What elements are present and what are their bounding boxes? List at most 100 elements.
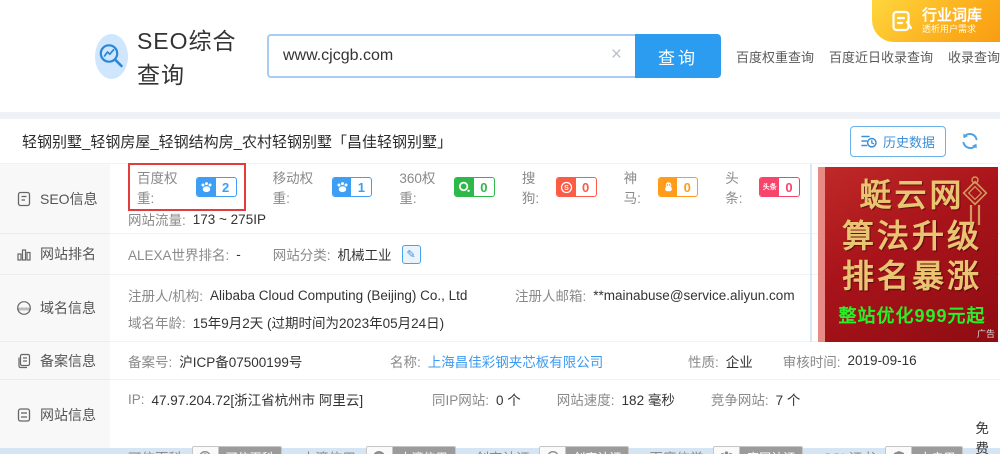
logo[interactable]: SEO综合查询	[95, 22, 245, 90]
icp-name-pair: 名称: 上海昌佳彩钢夹芯板有限公司	[390, 351, 658, 371]
free-apply-link[interactable]: 免费申请	[975, 417, 1000, 454]
same-ip-pair: 同IP网站: 0 个	[432, 389, 521, 409]
chuangyu-cert-badge[interactable]: 创宇认证	[539, 446, 630, 454]
domain-age-value: 15年9月2天 (过期时间为2023年05月24日)	[192, 316, 445, 331]
weight-label: 神马:	[623, 171, 641, 206]
ip-value: 47.97.204.72[浙江省杭州市 阿里云]	[151, 393, 364, 408]
ad-promo-price: 整站优化999元起	[838, 305, 986, 326]
shenma-owl-icon	[658, 178, 678, 196]
certs-row: 可信百科: 可信百科 水滴信用:	[128, 417, 1000, 454]
site-title: 轻钢别墅_轻钢房屋_轻钢结构房_农村轻钢别墅「昌佳轻钢别墅」	[22, 133, 453, 151]
sogou-weight-badge[interactable]: S 0	[556, 177, 597, 197]
content: SEO信息 网站排名 www 域名信息 备案信息 网站信息 百度权重: 2 移动…	[0, 163, 1000, 454]
cert-badge-label: 可信百科	[218, 447, 281, 454]
category-label: 网站分类:	[272, 248, 331, 263]
cert-baidu-reputation: 百度信誉: 官网认证	[649, 446, 804, 454]
cert-badge-label: 官网认证	[740, 447, 803, 454]
search-input-wrap: ×	[266, 34, 635, 78]
weight-label: 搜狗:	[521, 171, 540, 206]
360-weight-badge[interactable]: 0	[454, 177, 495, 197]
cert-label: 创宇认证:	[476, 447, 534, 454]
traffic-value: 173 ~ 275IP	[192, 211, 266, 227]
weight-360: 360权重: 0	[399, 167, 495, 207]
site-category-pair: 网站分类: 机械工业 ✎	[273, 244, 421, 264]
traffic-label: 网站流量:	[128, 213, 186, 228]
history-list-clock-icon	[861, 134, 877, 148]
svg-text:www: www	[17, 306, 30, 312]
edit-category-icon[interactable]: ✎	[401, 244, 421, 264]
bar-chart-icon	[16, 246, 32, 262]
sidebar-item-site-rank: 网站排名	[0, 234, 110, 275]
sidebar-label: 域名信息	[40, 300, 96, 316]
svg-text:S: S	[564, 185, 569, 192]
refresh-icon[interactable]	[960, 131, 980, 151]
icp-nature-label: 性质:	[688, 354, 719, 370]
weight-label: 百度权重:	[137, 171, 178, 206]
section-site-info: IP: 47.97.204.72[浙江省杭州市 阿里云] 同IP网站: 0 个 …	[110, 380, 1000, 454]
ip-pair: IP: 47.97.204.72[浙江省杭州市 阿里云]	[128, 389, 396, 409]
ad-banner[interactable]: 蜓云网 算法升级 排名暴涨 整站优化999元起 广告	[818, 167, 998, 342]
baike-cert-badge[interactable]: 可信百科	[191, 446, 282, 454]
ribbon-subtitle: 透析用户需求	[921, 24, 976, 35]
link-index-query[interactable]: 收录查询	[948, 47, 1000, 66]
weight-label: 360权重:	[399, 171, 436, 206]
header-separator	[0, 112, 1000, 119]
domain-row-1: 注册人/机构: Alibaba Cloud Computing (Beijing…	[128, 285, 800, 305]
shuidi-cert-badge[interactable]: 水滴信用	[365, 446, 456, 454]
weight-label: 移动权重:	[272, 171, 314, 206]
droplet-icon	[366, 447, 393, 454]
title-bar: 轻钢别墅_轻钢房屋_轻钢结构房_农村轻钢别墅「昌佳轻钢别墅」 历史数据	[0, 119, 1000, 163]
weight-toutiao: 头条: 头条 0	[725, 167, 800, 207]
weight-value: 0	[683, 179, 691, 195]
link-baidu-recent-index-query[interactable]: 百度近日收录查询	[829, 47, 933, 66]
baidu-mobile-weight-badge[interactable]: 1	[331, 177, 373, 197]
history-data-button[interactable]: 历史数据	[849, 125, 946, 157]
icp-name-label: 名称:	[390, 354, 421, 370]
baidu-weight-badge[interactable]: 2	[196, 177, 237, 197]
icp-audit-label: 审核时间:	[782, 354, 841, 370]
registrant-email-pair: 注册人邮箱: **mainabuse@service.aliyun.com	[515, 285, 795, 305]
paw-icon	[714, 447, 741, 454]
sogou-s-icon: S	[557, 178, 576, 196]
link-baidu-weight-query[interactable]: 百度权重查询	[736, 47, 814, 66]
search-box: × 查询	[266, 34, 721, 78]
email-label: 注册人邮箱:	[515, 289, 587, 304]
globe-www-icon: www	[16, 300, 32, 316]
company-name-link[interactable]: 上海昌佳彩钢夹芯板有限公司	[428, 351, 604, 371]
ssl-cert-badge[interactable]: SSL 未启用	[885, 446, 964, 454]
clear-input-icon[interactable]: ×	[611, 44, 622, 67]
competitor-label: 竞争网站:	[710, 393, 769, 408]
weight-sogou: 搜狗: S 0	[522, 167, 597, 207]
baidu-paw-icon	[197, 178, 216, 196]
competitor-pair: 竞争网站: 7 个	[711, 389, 801, 409]
history-button-label: 历史数据	[882, 134, 935, 150]
sidebar: SEO信息 网站排名 www 域名信息 备案信息 网站信息	[0, 164, 110, 448]
shield-ssl-icon: SSL	[886, 447, 913, 454]
cert-chuangyu: 创宇认证: 创宇认证	[476, 446, 630, 454]
traffic-row: 网站流量: 173 ~ 275IP	[128, 209, 800, 229]
seo-query-page: SEO综合查询 × 查询 百度权重查询 百度近日收录查询 收录查询	[0, 0, 1000, 454]
icp-audit-pair: 审核时间: 2019-09-16	[783, 351, 917, 371]
sidebar-label: 备案信息	[40, 352, 96, 369]
lexicon-document-icon	[890, 9, 914, 33]
sidebar-item-domain-info: www 域名信息	[0, 275, 110, 342]
site-info-row-1: IP: 47.97.204.72[浙江省杭州市 阿里云] 同IP网站: 0 个 …	[128, 389, 1000, 409]
search-input[interactable]	[266, 34, 635, 78]
cert-badge-label: 创宇认证	[566, 447, 629, 454]
cert-badge-label: 水滴信用	[392, 447, 455, 454]
sidebar-item-seo-info: SEO信息	[0, 164, 110, 234]
weight-value: 0	[581, 179, 590, 195]
shenma-weight-badge[interactable]: 0	[657, 177, 699, 197]
industry-lexicon-ribbon[interactable]: 行业词库 透析用户需求	[872, 0, 1000, 42]
toutiao-weight-badge[interactable]: 头条 0	[759, 177, 800, 197]
registrant-label: 注册人/机构:	[128, 289, 204, 304]
documents-icon	[16, 353, 32, 369]
query-button[interactable]: 查询	[634, 34, 721, 78]
registrant-value: Alibaba Cloud Computing (Beijing) Co., L…	[210, 287, 468, 303]
v-circle-icon	[540, 447, 567, 454]
weight-baidu-pc: 百度权重: 2	[128, 163, 246, 211]
speed-label: 网站速度:	[556, 393, 615, 408]
weights-row: 百度权重: 2 移动权重: 1 360权重: 0 搜狗: S 0 神马: 0 头…	[128, 163, 800, 211]
ad-tag: 广告	[976, 329, 995, 339]
baidu-official-cert-badge[interactable]: 官网认证	[713, 446, 804, 454]
